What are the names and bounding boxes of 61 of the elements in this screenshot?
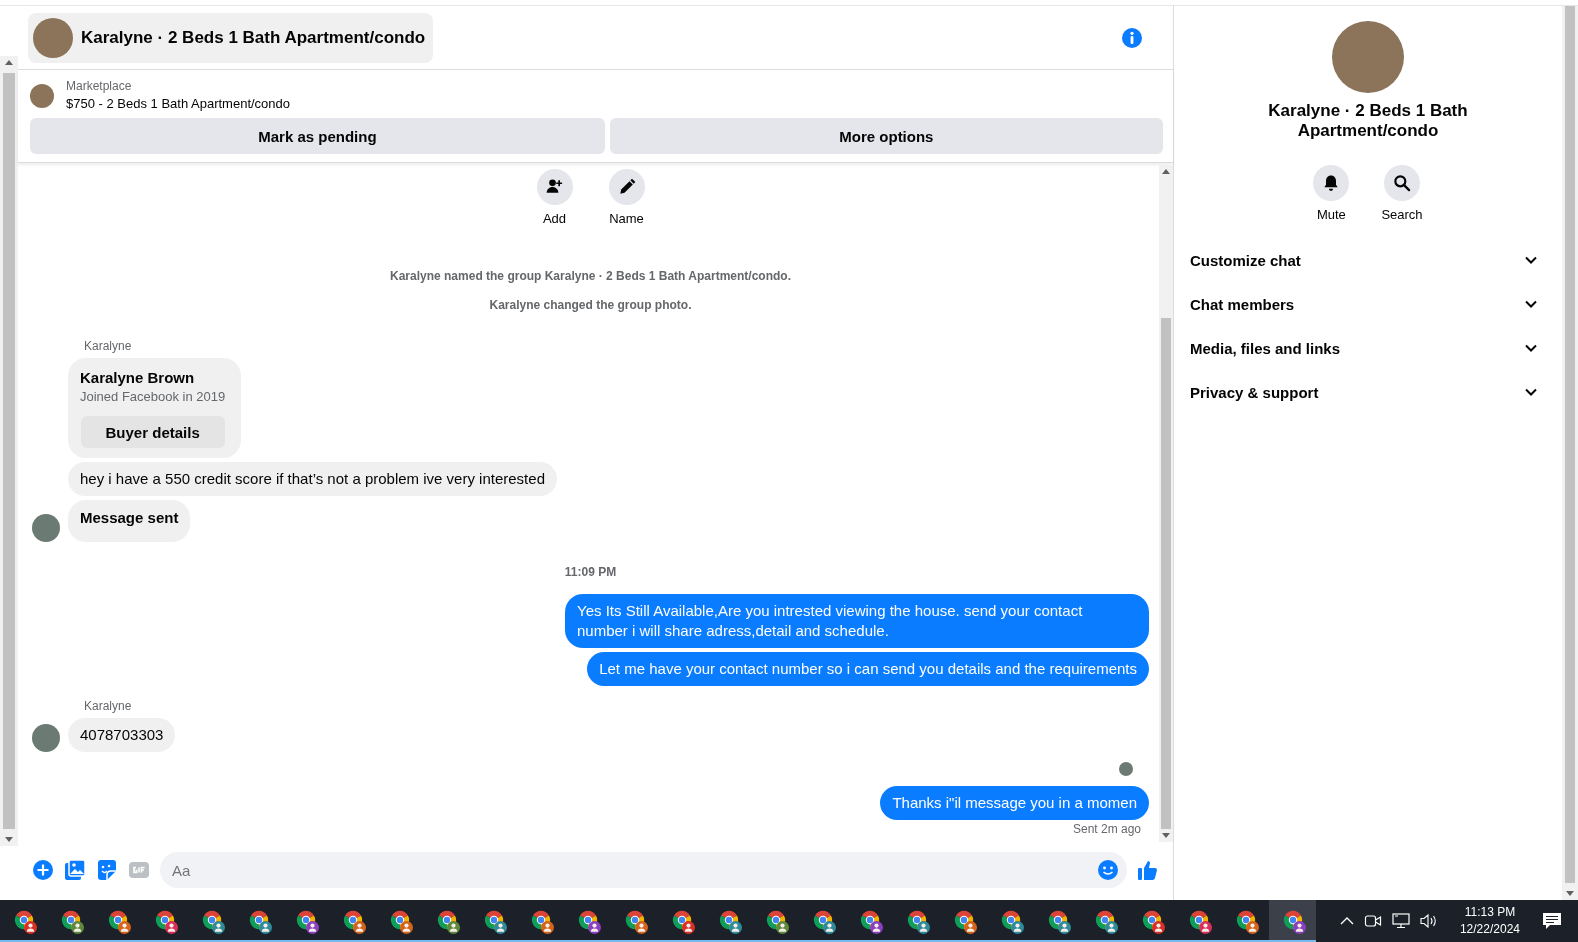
notification-icon[interactable] <box>1542 912 1562 930</box>
listing-source: Marketplace <box>66 78 133 95</box>
listing-action-button[interactable]: More options <box>609 118 1163 154</box>
search-icon <box>1392 173 1412 193</box>
sticker-icon[interactable] <box>96 859 118 881</box>
image-icon[interactable] <box>64 859 86 881</box>
taskbar-app-button[interactable] <box>1269 900 1316 942</box>
action-label: Search <box>1381 207 1423 222</box>
section-toggle[interactable]: Chat members <box>1174 282 1562 326</box>
section-label: Media, files and links <box>1190 339 1341 357</box>
message-input[interactable]: Aa <box>160 852 1127 888</box>
listing-action-button[interactable]: Mark as pending <box>30 118 605 154</box>
action-label: Add <box>542 211 567 226</box>
outgoing-message: Thanks i"il message you in a momen <box>880 786 1149 820</box>
system-message: Karalyne named the group Karalyne · 2 Beds 1 Bath Apartment/condo. <box>390 268 791 284</box>
search-button[interactable] <box>1384 165 1420 201</box>
section-toggle[interactable]: Media, files and links <box>1174 326 1562 370</box>
add-person-button[interactable] <box>536 169 573 205</box>
buyer-joined-text: Joined Facebook in 2019 <box>80 388 226 406</box>
section-toggle[interactable]: Customize chat <box>1174 238 1562 282</box>
incoming-message: hey i have a 550 credit score if that’s not a problem ive very interested <box>68 462 557 496</box>
message-timestamp: 11:09 PM <box>564 564 617 580</box>
sender-name: Karalyne <box>84 699 132 713</box>
system-message: Karalyne changed the group photo. <box>489 297 692 313</box>
edit-name-button[interactable] <box>608 169 645 205</box>
incoming-message: 4078703303 <box>68 718 176 752</box>
scrollbar[interactable] <box>0 56 18 846</box>
group-photo <box>33 17 73 58</box>
emoji-icon[interactable] <box>1097 859 1119 881</box>
camera-icon[interactable] <box>1363 913 1382 929</box>
listing-title: $750 - 2 Beds 1 Bath Apartment/condo <box>66 95 291 113</box>
sender-name: Karalyne <box>84 339 132 353</box>
chat-title: Karalyne · 2 Beds 1 Bath Apartment/condo <box>81 27 426 48</box>
incoming-message: Message sent <box>68 500 191 542</box>
listing-photo <box>30 83 54 108</box>
network-icon[interactable] <box>1391 913 1410 929</box>
action-label: Name <box>609 211 644 226</box>
plus-icon[interactable] <box>32 859 54 881</box>
buyer-details-button[interactable]: Buyer details <box>80 416 225 448</box>
section-label: Customize chat <box>1190 251 1301 269</box>
chat-title-button[interactable]: Karalyne · 2 Beds 1 Bath Apartment/condo <box>28 12 434 63</box>
section-label: Privacy & support <box>1190 383 1319 401</box>
section-toggle[interactable]: Privacy & support <box>1174 370 1562 414</box>
sent-status: Sent 2m ago <box>1072 822 1141 836</box>
outgoing-message: Let me have your contact number so i can send you details and the requirements <box>587 652 1149 686</box>
section-label: Chat members <box>1190 295 1295 313</box>
buyer-name: Karalyne Brown <box>80 368 196 388</box>
volume-icon[interactable] <box>1419 913 1438 929</box>
chevron-up-icon[interactable] <box>1339 916 1354 926</box>
info-icon[interactable] <box>1121 26 1143 49</box>
read-receipt-avatar <box>1119 762 1133 776</box>
clock-date: 12/22/2024 <box>1459 921 1520 938</box>
outgoing-message: Yes Its Still Available,Are you intrested viewing the house. send your contact number i will share adress,detail and schedule. <box>565 594 1149 648</box>
chat-title: Karalyne · 2 Beds 1 Bath Apartment/condo <box>1267 101 1469 141</box>
mute-button[interactable] <box>1313 165 1350 201</box>
scrollbar[interactable] <box>1562 6 1578 900</box>
clock[interactable]: 11:13 PM 12/22/2024 <box>1447 904 1532 938</box>
thumbs-up-icon[interactable] <box>1137 859 1159 881</box>
scrollbar[interactable] <box>1159 165 1173 842</box>
clock-time: 11:13 PM <box>1464 904 1516 921</box>
action-label: Mute <box>1316 207 1346 222</box>
